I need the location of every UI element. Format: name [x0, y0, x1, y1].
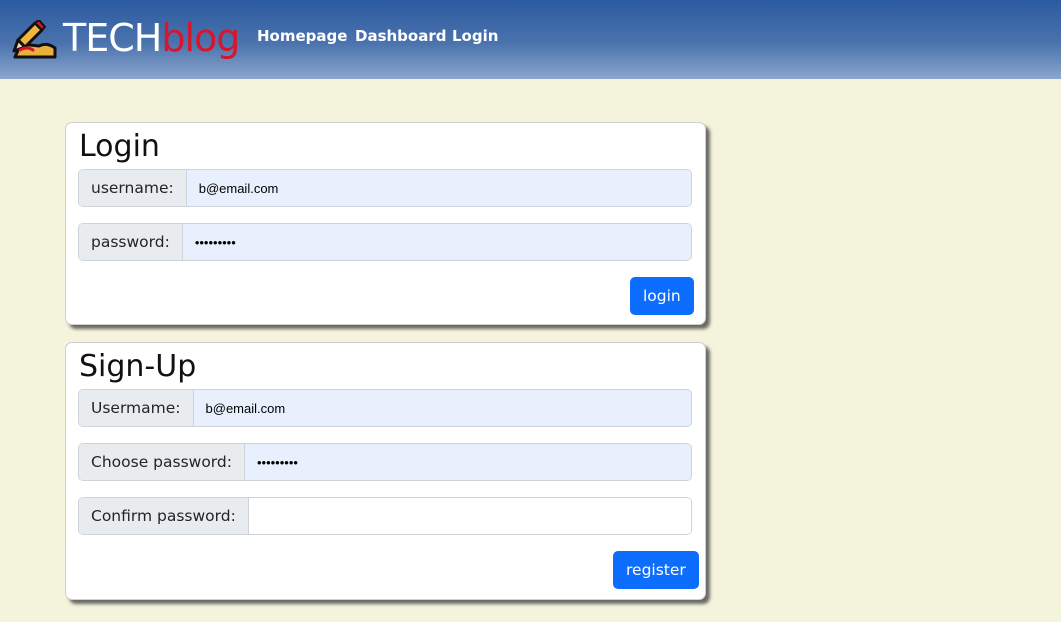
- signup-confirm-password-group: Confirm password:: [78, 497, 692, 535]
- login-button[interactable]: login: [630, 277, 694, 315]
- pencil-note-icon[interactable]: [11, 19, 58, 59]
- brand-blog-text: blog: [161, 16, 240, 60]
- signup-choose-password-input[interactable]: [244, 444, 691, 480]
- login-title: Login: [79, 129, 160, 164]
- brand-logo[interactable]: TECHblog: [63, 13, 240, 63]
- login-username-label: username:: [79, 170, 187, 206]
- login-username-input[interactable]: [186, 170, 691, 206]
- register-button[interactable]: register: [613, 551, 699, 589]
- signup-title: Sign-Up: [79, 349, 197, 384]
- signup-username-input[interactable]: [193, 390, 691, 426]
- signup-card: Sign-Up Usermame: Choose password: Confi…: [65, 342, 706, 600]
- signup-choose-password-group: Choose password:: [78, 443, 692, 481]
- brand-tech-text: TECH: [63, 16, 162, 60]
- nav-login-link[interactable]: Login: [452, 24, 498, 48]
- signup-choose-password-label: Choose password:: [79, 444, 245, 480]
- navbar: TECHblog Homepage Dashboard Login: [0, 0, 1061, 79]
- login-password-label: password:: [79, 224, 183, 260]
- nav-dashboard-link[interactable]: Dashboard: [355, 24, 446, 48]
- login-username-group: username:: [78, 169, 692, 207]
- login-password-group: password:: [78, 223, 692, 261]
- login-password-input[interactable]: [182, 224, 691, 260]
- signup-username-label: Usermame:: [79, 390, 194, 426]
- signup-confirm-password-label: Confirm password:: [79, 498, 249, 534]
- nav-homepage-link[interactable]: Homepage: [257, 24, 347, 48]
- signup-confirm-password-input[interactable]: [248, 498, 691, 534]
- signup-username-group: Usermame:: [78, 389, 692, 427]
- login-card: Login username: password: login: [65, 122, 706, 325]
